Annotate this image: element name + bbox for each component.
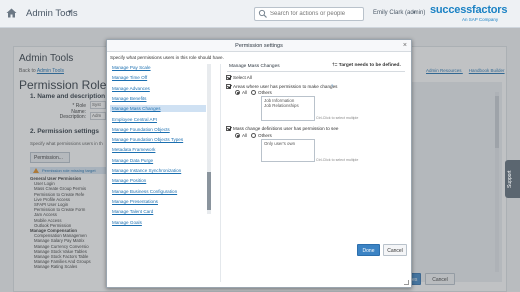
- permission-item[interactable]: Manage Talent Card: [110, 208, 206, 215]
- home-icon[interactable]: [6, 8, 17, 18]
- permission-item[interactable]: Manage Presentations: [110, 198, 206, 205]
- permission-item[interactable]: Manage Foundation Objects Types: [110, 136, 206, 143]
- section-title: Manage Mass Changes: [229, 64, 280, 69]
- areas-multiselect[interactable]: Job Information Job Relationships: [261, 96, 315, 121]
- select-all-checkbox[interactable]: [226, 75, 231, 80]
- permission-item[interactable]: Metadata Framework: [110, 146, 206, 153]
- search-icon: [258, 9, 267, 18]
- areas-checkbox[interactable]: [226, 84, 231, 89]
- permission-item[interactable]: Manage Data Purge: [110, 157, 206, 164]
- top-bar: Admin Tools ▾ Emily Clark (admin) ▾ succ…: [0, 0, 520, 28]
- list-scrollbar[interactable]: [207, 64, 211, 214]
- target-note: †= Target needs to be defined.: [332, 63, 401, 68]
- close-icon[interactable]: ×: [403, 42, 407, 49]
- dialog-cancel-button[interactable]: Cancel: [383, 244, 407, 256]
- permission-item[interactable]: Manage Mass Changes: [110, 105, 206, 113]
- search-box[interactable]: [254, 7, 364, 21]
- permission-item[interactable]: Employee Central API: [110, 116, 206, 123]
- help-icon[interactable]: ?: [331, 83, 333, 88]
- done-button[interactable]: Done: [357, 244, 380, 256]
- permission-item[interactable]: Manage Foundation Objects: [110, 126, 206, 133]
- areas-hint: Ctrl-Click to select multiple: [316, 116, 359, 120]
- permission-item[interactable]: Manage Pay Scale: [110, 64, 206, 71]
- definitions-hint: Ctrl-Click to select multiple: [316, 158, 359, 162]
- dialog-instructions: Specify what permissions users in this r…: [110, 55, 224, 60]
- areas-option[interactable]: Job Relationships: [264, 103, 312, 108]
- resize-grip-icon[interactable]: [404, 280, 409, 285]
- definitions-others-label: Others: [258, 133, 272, 138]
- definitions-checkbox[interactable]: [226, 126, 231, 131]
- permission-item[interactable]: Manage Benefits: [110, 95, 206, 102]
- permission-item[interactable]: Manage Advances: [110, 85, 206, 92]
- areas-others-radio[interactable]: [251, 90, 256, 95]
- user-menu[interactable]: Emily Clark (admin): [373, 10, 425, 16]
- areas-others-label: Others: [258, 90, 272, 95]
- dialog-divider: [220, 64, 221, 282]
- section-rule: [227, 71, 405, 72]
- definitions-option[interactable]: Only user's own: [264, 141, 312, 146]
- definitions-all-label: All: [242, 133, 248, 138]
- brand-subtitle: An SAP Company: [462, 17, 499, 22]
- permission-item[interactable]: Manage Business Configuration: [110, 188, 206, 195]
- permission-item[interactable]: Manage Position: [110, 177, 206, 184]
- search-input[interactable]: [270, 9, 362, 19]
- areas-all-radio[interactable]: [235, 90, 240, 95]
- select-all-label: Select All: [233, 75, 252, 80]
- definitions-multiselect[interactable]: Only user's own: [261, 139, 315, 162]
- permission-item[interactable]: Manage Time Off: [110, 74, 206, 81]
- dialog-title: Permission settings: [107, 40, 411, 52]
- definitions-label: Mass change definitions user has permiss…: [233, 126, 339, 131]
- list-scrollbar-thumb[interactable]: [207, 172, 211, 210]
- permission-list: Manage Pay Scale Manage Time Off Manage Ad…: [108, 62, 206, 286]
- permission-item[interactable]: Manage Instance Synchronization: [110, 167, 206, 174]
- brand-logo: successfactors: [430, 4, 508, 16]
- permission-item[interactable]: Manage Goals: [110, 219, 206, 226]
- areas-label: Areas where user has permission to make …: [233, 84, 338, 89]
- areas-all-label: All: [242, 90, 248, 95]
- definitions-all-radio[interactable]: [235, 133, 240, 138]
- definitions-others-radio[interactable]: [251, 133, 256, 138]
- user-chevron-icon[interactable]: ▾: [413, 10, 416, 16]
- support-tab-label: Support: [507, 170, 513, 188]
- chevron-down-icon[interactable]: ▾: [68, 8, 72, 16]
- support-tab[interactable]: Support: [505, 160, 520, 198]
